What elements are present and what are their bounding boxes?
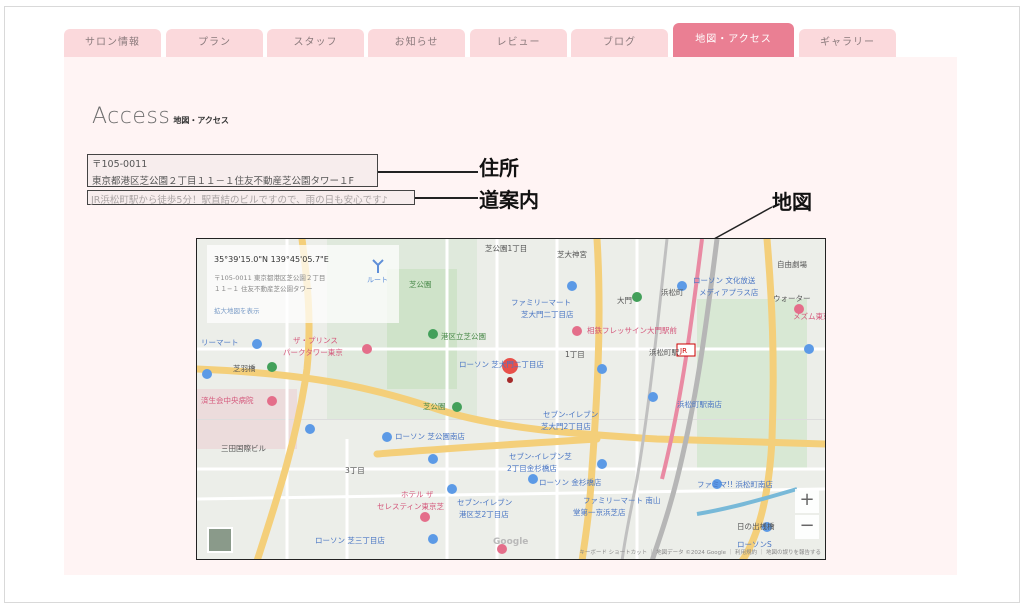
section-title: Access	[92, 104, 171, 129]
tab-staff[interactable]: スタッフ	[267, 29, 364, 57]
tab-bar: サロン情報 プラン スタッフ お知らせ レビュー ブログ 地図・アクセス ギャラ…	[64, 23, 960, 65]
guide-callout: 道案内	[479, 188, 539, 212]
directions-text: JR浜松町駅から徒歩5分！駅直結のビルですので、雨の日も安心です♪	[91, 195, 388, 206]
tab-label: レビュー	[496, 37, 541, 48]
tab-news[interactable]: お知らせ	[368, 29, 465, 57]
map-label: メズム東京	[793, 312, 825, 321]
satellite-layer-button[interactable]	[207, 527, 233, 553]
map-label: 芝大門2丁目店	[541, 422, 591, 431]
address-leader-line	[378, 171, 478, 173]
map-label: 済生会中央病院	[201, 396, 254, 405]
zoom-in-button[interactable]: +	[795, 489, 819, 513]
map-leader-line	[713, 206, 773, 240]
tab-label: ギャラリー	[820, 37, 875, 48]
tab-map-access[interactable]: 地図・アクセス	[673, 23, 794, 65]
page-title: Access 地図・アクセス	[92, 104, 229, 129]
map-label: 3丁目	[345, 466, 365, 475]
map-label: セブン-イレブン	[543, 410, 599, 419]
map-label: ローソン 芝三丁目店	[315, 536, 385, 545]
svg-text:JR: JR	[679, 347, 687, 355]
section-subtitle: 地図・アクセス	[173, 116, 229, 125]
map-label: 芝公園	[409, 280, 432, 289]
map-info-card: 35°39'15.0"N 139°45'05.7"E 〒105-0011 東京都…	[207, 245, 399, 323]
map-label: 港区芝2丁目店	[459, 510, 509, 519]
map-label: 日の出桟橋	[737, 522, 775, 531]
map-address-line2: １１−１ 住友不動産芝公園タワー	[214, 285, 313, 293]
map-coordinates: 35°39'15.0"N 139°45'05.7"E	[214, 255, 329, 264]
tab-gallery[interactable]: ギャラリー	[799, 29, 896, 57]
address-callout: 住所	[479, 156, 519, 180]
map-label: パークタワー東京	[283, 348, 343, 357]
map-label: 2丁目金杉橋店	[507, 464, 557, 473]
map-label: 芝大神宮	[557, 250, 587, 259]
map-label: 堂第一京浜芝店	[573, 508, 626, 517]
map-callout: 地図	[772, 190, 812, 214]
tab-review[interactable]: レビュー	[470, 29, 567, 57]
map-label: 浜松町駅	[649, 348, 679, 357]
map-label: セレスティン東京芝	[377, 502, 445, 511]
route-button[interactable]: ルート	[367, 259, 388, 285]
route-label: ルート	[367, 276, 388, 284]
map-label: ローソン 文化放送	[693, 276, 756, 285]
map-label: 三田国際ビル	[221, 444, 266, 453]
map-label: ホテル ザ	[401, 490, 434, 499]
tab-salon-info[interactable]: サロン情報	[64, 29, 161, 57]
tab-plan[interactable]: プラン	[166, 29, 263, 57]
map-label: 自由劇場	[777, 260, 807, 269]
tab-label: スタッフ	[293, 37, 338, 48]
map-label: 相鉄フレッサイン大門駅前	[587, 326, 677, 335]
address-line: 東京都港区芝公園２丁目１１－１住友不動産芝公園タワー１F	[92, 176, 354, 187]
tab-label: サロン情報	[85, 37, 140, 48]
map-label: セブン-イレブン	[457, 498, 513, 507]
tab-label: プラン	[198, 37, 231, 48]
tab-blog[interactable]: ブログ	[571, 29, 668, 57]
map-label: ローソン 芝公園南店	[395, 432, 465, 441]
map-label: ザ・プリンス	[293, 336, 338, 345]
enlarge-map-link[interactable]: 拡大地図を表示	[214, 305, 260, 315]
map-label: リーマート	[201, 338, 239, 347]
map-label: 芝公園1丁目	[485, 244, 528, 253]
map-label: 大門	[617, 296, 632, 305]
map-label: ファミリーマート	[511, 298, 571, 307]
map-label: メディアプラス店	[699, 288, 759, 297]
map-label: セブン-イレブン芝	[509, 452, 572, 461]
map-label: ファミリーマート 南山	[583, 496, 661, 505]
zoom-out-button[interactable]: −	[795, 515, 819, 539]
map-label: ローソン 芝大門二丁目店	[459, 360, 544, 369]
embedded-map[interactable]: JR 芝公園1丁目 芝大神宮 芝公園 ファミリーマート 芝大門二丁目店 浜松町 …	[196, 238, 826, 560]
map-address-line1: 〒105-0011 東京都港区芝公園２丁目	[214, 274, 326, 282]
map-label: 芝大門二丁目店	[521, 310, 574, 319]
map-label: 芝羽橋	[233, 364, 256, 373]
map-label: 浜松町駅南店	[677, 400, 722, 409]
tab-label: お知らせ	[394, 37, 439, 48]
map-label: 浜松町	[661, 288, 684, 297]
google-logo: Google	[493, 537, 529, 547]
tab-label: 地図・アクセス	[695, 34, 772, 45]
postal-code: 〒105-0011	[92, 159, 148, 170]
map-label: ウォーター	[773, 294, 811, 303]
tab-label: ブログ	[603, 37, 636, 48]
map-label: 芝公園	[423, 402, 446, 411]
directions-box: JR浜松町駅から徒歩5分！駅直結のビルですので、雨の日も安心です♪	[87, 190, 415, 206]
map-label: 1丁目	[565, 350, 585, 359]
map-label: ファミマ!! 浜松町南店	[697, 480, 773, 489]
address-box: 〒105-0011 東京都港区芝公園２丁目１１－１住友不動産芝公園タワー１F	[87, 154, 378, 187]
map-label: 港区立芝公園	[441, 332, 486, 341]
map-label: ローソン 金杉橋店	[539, 478, 602, 487]
map-attribution: キーボード ショートカット ｜ 地図データ ©2024 Google ｜ 利用規…	[579, 550, 821, 556]
route-icon	[371, 259, 384, 273]
guide-leader-line	[415, 197, 478, 199]
